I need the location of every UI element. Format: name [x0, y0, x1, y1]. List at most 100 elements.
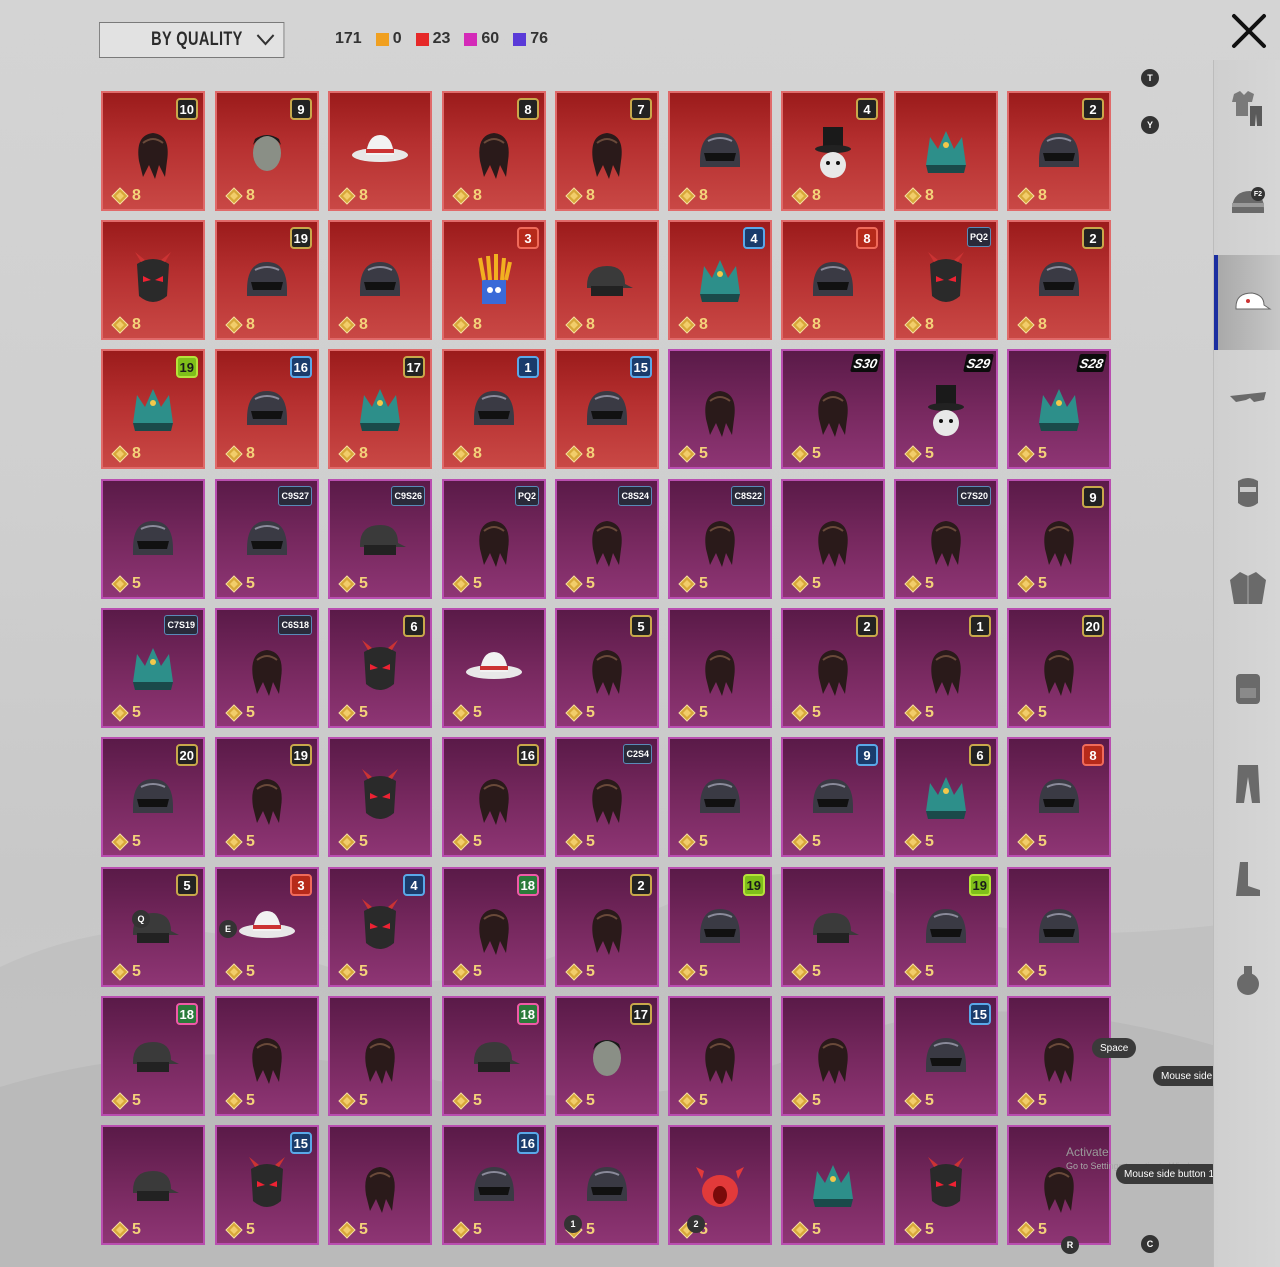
sidebar-item-grenade[interactable]	[1214, 930, 1280, 1025]
item-cell[interactable]: 55	[555, 608, 659, 728]
sidebar-item-mask[interactable]	[1214, 445, 1280, 540]
coin-diamond-icon	[338, 575, 356, 593]
item-cell[interactable]: 45	[328, 867, 432, 987]
item-cell[interactable]: 20 5	[1007, 608, 1111, 728]
item-cell[interactable]: 78	[555, 91, 659, 211]
sidebar-item-pants[interactable]	[1214, 735, 1280, 830]
tier-badge: 20	[1081, 615, 1104, 637]
item-cell[interactable]: 8	[894, 91, 998, 211]
item-cell[interactable]: 5	[668, 737, 772, 857]
item-cell[interactable]: C2S4 5	[555, 737, 659, 857]
sidebar-item-shoes[interactable]	[1214, 830, 1280, 925]
item-cell[interactable]: C9S26 5	[328, 479, 432, 599]
sort-dropdown[interactable]: BY QUALITY	[99, 22, 285, 58]
item-cell[interactable]: 88	[781, 220, 885, 340]
item-cell[interactable]: 65	[328, 608, 432, 728]
item-cell[interactable]: 48	[781, 91, 885, 211]
item-cell[interactable]: 19 8	[101, 349, 205, 469]
item-cell[interactable]: 25	[781, 608, 885, 728]
sidebar-item-jacket[interactable]	[1214, 540, 1280, 635]
item-cell[interactable]: 5	[328, 737, 432, 857]
item-cell[interactable]: 15	[894, 608, 998, 728]
item-cell[interactable]: 16 8	[215, 349, 319, 469]
item-cell[interactable]: S28 5	[1007, 349, 1111, 469]
item-cell[interactable]: 95	[1007, 479, 1111, 599]
item-cell[interactable]: 18 5	[101, 996, 205, 1116]
sidebar-item-eyewear[interactable]	[1214, 350, 1280, 445]
item-cell[interactable]: 5	[668, 349, 772, 469]
item-cell[interactable]: 5	[781, 1125, 885, 1245]
item-cell[interactable]: 38	[442, 220, 546, 340]
item-cell[interactable]: 19 8	[215, 220, 319, 340]
item-cell[interactable]: 98	[215, 91, 319, 211]
item-cell[interactable]: 5	[781, 996, 885, 1116]
item-cell[interactable]: 5	[101, 1125, 205, 1245]
item-cell[interactable]: 5	[1007, 1125, 1111, 1245]
tier-badge: C6S18	[278, 615, 312, 635]
item-cell[interactable]: 19 5	[894, 867, 998, 987]
item-cell[interactable]: C7S20 5	[894, 479, 998, 599]
item-cell[interactable]: 16 5	[442, 1125, 546, 1245]
item-cell[interactable]: 65	[894, 737, 998, 857]
sidebar-item-outfit[interactable]	[1214, 60, 1280, 155]
item-cell[interactable]: 5	[668, 608, 772, 728]
item-cell[interactable]: 5	[1007, 867, 1111, 987]
item-cell[interactable]: C8S24 5	[555, 479, 659, 599]
item-cell[interactable]: 5	[781, 479, 885, 599]
item-cell[interactable]: 10 8	[101, 91, 205, 211]
item-cell[interactable]: PQ2 8	[894, 220, 998, 340]
item-cell[interactable]: 18 5	[442, 996, 546, 1116]
key-hint-y: Y	[1141, 116, 1159, 134]
item-cell[interactable]: PQ2 5	[442, 479, 546, 599]
item-cell[interactable]: 28	[1007, 220, 1111, 340]
item-cell[interactable]: 5	[215, 996, 319, 1116]
item-cell[interactable]: 5	[668, 1125, 772, 1245]
item-cell[interactable]: 8	[555, 220, 659, 340]
item-cell[interactable]: 17 5	[555, 996, 659, 1116]
item-cell[interactable]: C6S18 5	[215, 608, 319, 728]
item-cell[interactable]: 18	[442, 349, 546, 469]
item-cell[interactable]: 17 8	[328, 349, 432, 469]
item-cell[interactable]: 55	[101, 867, 205, 987]
sidebar-item-hat[interactable]	[1214, 255, 1280, 350]
item-cell[interactable]: 15 5	[215, 1125, 319, 1245]
item-cell[interactable]: 18 5	[442, 867, 546, 987]
item-cost: 5	[111, 704, 141, 722]
item-cell[interactable]: 19 5	[215, 737, 319, 857]
item-cell[interactable]: 5	[328, 996, 432, 1116]
item-cell[interactable]: 5	[894, 1125, 998, 1245]
item-cell[interactable]: 19 5	[668, 867, 772, 987]
item-cell[interactable]: C7S19 5	[101, 608, 205, 728]
item-cell[interactable]: 15 5	[894, 996, 998, 1116]
item-cell[interactable]: 8	[101, 220, 205, 340]
item-cell[interactable]: S29 5	[894, 349, 998, 469]
item-cell[interactable]: 5	[328, 1125, 432, 1245]
item-cell[interactable]: 48	[668, 220, 772, 340]
item-cost: 5	[904, 1092, 934, 1110]
item-cell[interactable]: C9S27 5	[215, 479, 319, 599]
item-cell[interactable]: 25	[555, 867, 659, 987]
item-cell[interactable]: 95	[781, 737, 885, 857]
item-cell[interactable]: 85	[1007, 737, 1111, 857]
item-cell[interactable]: S30 5	[781, 349, 885, 469]
item-cell[interactable]: 5	[442, 608, 546, 728]
sidebar-item-backpack[interactable]	[1214, 640, 1280, 735]
item-cell[interactable]: C8S22 5	[668, 479, 772, 599]
coin-diamond-icon	[791, 575, 809, 593]
item-cell[interactable]: 8	[668, 91, 772, 211]
item-cost: 5	[1017, 1092, 1047, 1110]
item-cell[interactable]: 5	[668, 996, 772, 1116]
item-cell[interactable]: 88	[442, 91, 546, 211]
item-cell[interactable]: 15 8	[555, 349, 659, 469]
sidebar-item-helmet[interactable]: F2	[1214, 155, 1280, 250]
item-cell[interactable]: 28	[1007, 91, 1111, 211]
item-cell[interactable]: 5	[781, 867, 885, 987]
item-cost: 5	[565, 963, 595, 981]
item-cell[interactable]: 8	[328, 91, 432, 211]
item-cell[interactable]: 16 5	[442, 737, 546, 857]
item-cell[interactable]: 8	[328, 220, 432, 340]
close-icon[interactable]	[1228, 10, 1270, 52]
item-cell[interactable]: 20 5	[101, 737, 205, 857]
item-cell[interactable]: 5	[101, 479, 205, 599]
cost-value: 5	[246, 575, 255, 592]
